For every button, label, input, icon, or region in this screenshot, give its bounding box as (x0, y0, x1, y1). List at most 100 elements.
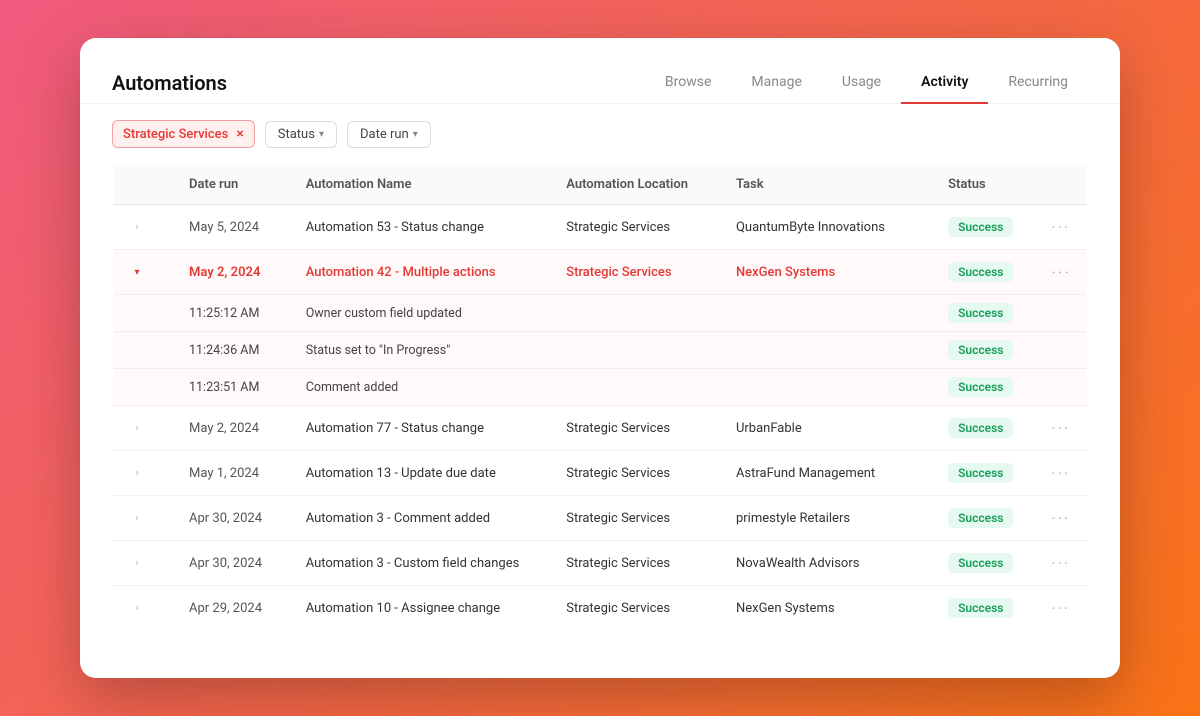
filter-tag-strategic-services[interactable]: Strategic Services × (112, 120, 255, 148)
date-cell: Apr 29, 2024 (173, 586, 290, 631)
table-row: › Apr 29, 2024 Automation 10 - Assignee … (113, 586, 1088, 631)
filter-bar: Strategic Services × Status ▾ Date run ▾ (80, 104, 1120, 164)
sub-row-spacer (113, 332, 174, 369)
more-options-button[interactable]: ··· (1051, 509, 1070, 528)
sub-row-time: 11:23:51 AM (173, 369, 290, 406)
expand-chevron-cell[interactable]: › (113, 586, 174, 631)
sub-row: 11:25:12 AM Owner custom field updated S… (113, 295, 1088, 332)
more-options-button[interactable]: ··· (1051, 554, 1070, 573)
sub-row: 11:23:51 AM Comment added Success (113, 369, 1088, 406)
date-run-chevron-icon: ▾ (413, 129, 418, 140)
more-options-button[interactable]: ··· (1051, 263, 1071, 282)
expand-chevron-cell[interactable]: › (113, 451, 174, 496)
table-row: › May 2, 2024 Automation 77 - Status cha… (113, 406, 1088, 451)
more-options-cell[interactable]: ··· (1035, 541, 1087, 586)
more-options-cell[interactable]: ··· (1035, 250, 1087, 295)
task-cell: NexGen Systems (720, 586, 932, 631)
automation-name-cell: Automation 3 - Custom field changes (290, 541, 551, 586)
sub-row-status-badge: Success (948, 340, 1013, 360)
automation-name-cell: Automation 13 - Update due date (290, 451, 551, 496)
row-expand-icon[interactable]: ▾ (129, 264, 145, 280)
page-title: Automations (112, 71, 227, 95)
col-automation-name: Automation Name (290, 165, 551, 205)
row-expand-icon[interactable]: › (129, 510, 145, 526)
automation-name-cell: Automation 53 - Status change (290, 205, 551, 250)
status-badge: Success (948, 553, 1013, 573)
more-options-cell[interactable]: ··· (1035, 406, 1087, 451)
task-cell: QuantumByte Innovations (720, 205, 932, 250)
task-cell: primestyle Retailers (720, 496, 932, 541)
status-badge: Success (948, 598, 1013, 618)
row-expand-icon[interactable]: › (129, 465, 145, 481)
tab-activity[interactable]: Activity (901, 62, 988, 104)
automation-name-cell: Automation 10 - Assignee change (290, 586, 551, 631)
automation-location-cell: Strategic Services (550, 451, 720, 496)
filter-remove-button[interactable]: × (236, 126, 243, 142)
status-badge: Success (948, 217, 1013, 237)
automation-location-cell: Strategic Services (550, 586, 720, 631)
table-container: Date run Automation Name Automation Loca… (80, 164, 1120, 655)
expand-chevron-cell[interactable]: › (113, 541, 174, 586)
automation-name-cell: Automation 42 - Multiple actions (290, 250, 551, 295)
header-top: Automations Browse Manage Usage Activity… (112, 62, 1088, 103)
automations-table: Date run Automation Name Automation Loca… (112, 164, 1088, 631)
status-cell: Success (932, 406, 1035, 451)
task-cell: NexGen Systems (720, 250, 932, 295)
tab-usage[interactable]: Usage (822, 62, 901, 104)
expand-chevron-cell[interactable]: › (113, 406, 174, 451)
status-cell: Success (932, 250, 1035, 295)
col-status: Status (932, 165, 1035, 205)
automation-location-cell: Strategic Services (550, 250, 720, 295)
task-cell: AstraFund Management (720, 451, 932, 496)
more-options-button[interactable]: ··· (1051, 464, 1070, 483)
col-more (1035, 165, 1087, 205)
row-expand-icon[interactable]: › (129, 600, 145, 616)
date-cell: Apr 30, 2024 (173, 496, 290, 541)
date-run-filter-button[interactable]: Date run ▾ (347, 121, 431, 148)
more-options-cell[interactable]: ··· (1035, 586, 1087, 631)
more-options-button[interactable]: ··· (1051, 419, 1070, 438)
date-cell: May 2, 2024 (173, 250, 290, 295)
row-expand-icon[interactable]: › (129, 219, 145, 235)
task-cell: NovaWealth Advisors (720, 541, 932, 586)
automation-location-cell: Strategic Services (550, 205, 720, 250)
status-badge: Success (948, 262, 1013, 282)
col-expand (113, 165, 174, 205)
status-badge: Success (948, 418, 1013, 438)
row-expand-icon[interactable]: › (129, 555, 145, 571)
col-automation-location: Automation Location (550, 165, 720, 205)
more-options-cell[interactable]: ··· (1035, 451, 1087, 496)
sub-row-status-badge: Success (948, 303, 1013, 323)
more-options-button[interactable]: ··· (1051, 218, 1070, 237)
status-badge: Success (948, 463, 1013, 483)
automation-location-cell: Strategic Services (550, 541, 720, 586)
automation-location-cell: Strategic Services (550, 406, 720, 451)
more-options-button[interactable]: ··· (1051, 599, 1070, 618)
expand-chevron-cell[interactable]: › (113, 205, 174, 250)
sub-row-time: 11:25:12 AM (173, 295, 290, 332)
automation-name-cell: Automation 3 - Comment added (290, 496, 551, 541)
more-options-cell[interactable]: ··· (1035, 205, 1087, 250)
col-task: Task (720, 165, 932, 205)
sub-row-status-cell: Success (932, 332, 1035, 369)
expand-chevron-cell[interactable]: ▾ (113, 250, 174, 295)
sub-row: 11:24:36 AM Status set to "In Progress" … (113, 332, 1088, 369)
table-row: › May 5, 2024 Automation 53 - Status cha… (113, 205, 1088, 250)
sub-row-spacer (113, 369, 174, 406)
table-header-row: Date run Automation Name Automation Loca… (113, 165, 1088, 205)
tab-browse[interactable]: Browse (645, 62, 731, 104)
date-run-filter-label: Date run (360, 127, 409, 142)
table-row: › Apr 30, 2024 Automation 3 - Custom fie… (113, 541, 1088, 586)
date-cell: May 5, 2024 (173, 205, 290, 250)
filter-tag-label: Strategic Services (123, 127, 228, 142)
tab-recurring[interactable]: Recurring (988, 62, 1088, 104)
status-chevron-icon: ▾ (319, 129, 324, 140)
tab-manage[interactable]: Manage (731, 62, 821, 104)
status-filter-button[interactable]: Status ▾ (265, 121, 337, 148)
row-expand-icon[interactable]: › (129, 420, 145, 436)
main-window: Automations Browse Manage Usage Activity… (80, 38, 1120, 678)
status-cell: Success (932, 541, 1035, 586)
status-cell: Success (932, 586, 1035, 631)
more-options-cell[interactable]: ··· (1035, 496, 1087, 541)
expand-chevron-cell[interactable]: › (113, 496, 174, 541)
